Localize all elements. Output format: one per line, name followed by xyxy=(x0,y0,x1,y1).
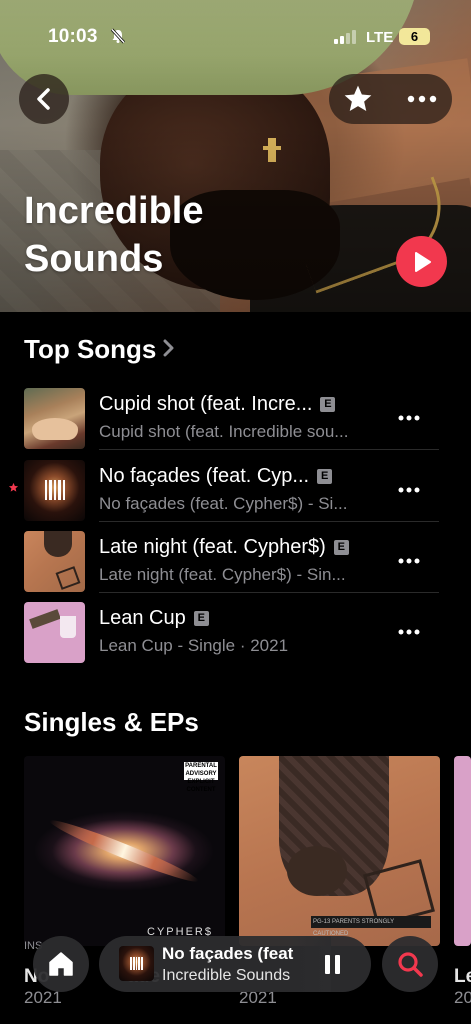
album-art xyxy=(24,602,85,663)
network-type: LTE xyxy=(366,29,394,46)
pause-button[interactable] xyxy=(317,950,347,978)
back-button[interactable] xyxy=(19,74,69,124)
status-time: 10:03 xyxy=(48,26,98,47)
song-more-button[interactable] xyxy=(388,543,430,579)
search-button[interactable] xyxy=(382,936,438,992)
song-subtitle: Late night (feat. Cypher$) - Sin... xyxy=(99,565,346,584)
song-title: Lean Cup xyxy=(99,607,186,629)
pause-icon xyxy=(324,954,330,974)
song-title: Late night (feat. Cypher$) xyxy=(99,536,326,558)
artist-name-line2: Sounds xyxy=(24,238,164,280)
silent-bell-icon xyxy=(110,28,126,44)
album-art xyxy=(24,531,85,592)
rating-label: PG-13 PARENTS STRONGLY CAUTIONED xyxy=(311,916,431,937)
single-art xyxy=(454,756,471,946)
song-subtitle: No façades (feat. Cypher$) - Si... xyxy=(99,494,348,513)
song-row[interactable]: Lean Cup E Lean Cup - Single · 2021 xyxy=(0,594,471,664)
ellipsis-icon xyxy=(398,629,420,635)
artist-name: Incredible Sounds xyxy=(24,187,324,283)
search-icon xyxy=(398,952,423,977)
ellipsis-icon xyxy=(398,415,420,421)
signal-icon xyxy=(334,30,356,44)
song-row[interactable]: Late night (feat. Cypher$) E Late night (… xyxy=(0,523,471,593)
explicit-badge: E xyxy=(193,611,209,626)
now-playing-art xyxy=(119,946,154,981)
mini-player[interactable]: No façades (feat Incredible Sounds xyxy=(99,936,371,992)
artist-name-line1: Incredible xyxy=(24,190,204,232)
song-row[interactable]: No façades (feat. Cyp... E No façades (fe… xyxy=(0,452,471,522)
top-songs-title: Top Songs xyxy=(24,334,157,364)
now-playing-artist: Incredible Sounds xyxy=(162,967,291,984)
single-art: PARENTAL ADVISORY EXPLICIT CONTENT CYPHE… xyxy=(24,756,225,946)
singles-eps-title[interactable]: Singles & EPs xyxy=(24,707,199,738)
explicit-badge: E xyxy=(317,469,333,484)
song-row[interactable]: Cupid shot (feat. Incre... E Cupid shot (… xyxy=(0,380,471,450)
star-icon xyxy=(344,85,372,111)
song-title: No façades (feat. Cyp... xyxy=(99,465,310,487)
play-button[interactable] xyxy=(396,236,447,287)
song-subtitle: Cupid shot (feat. Incredible sou... xyxy=(99,422,349,441)
song-subtitle: Lean Cup - Single · 2021 xyxy=(99,636,289,655)
play-icon xyxy=(414,251,431,272)
chevron-right-icon xyxy=(163,339,174,357)
now-playing-title: No façades (feat xyxy=(162,944,294,963)
album-art xyxy=(24,388,85,449)
ellipsis-icon xyxy=(398,558,420,564)
album-art xyxy=(24,460,85,521)
song-more-button[interactable] xyxy=(388,400,430,436)
parental-advisory-label: PARENTAL ADVISORY EXPLICIT CONTENT xyxy=(184,762,218,793)
more-options-button[interactable] xyxy=(393,74,451,124)
explicit-badge: E xyxy=(333,540,349,555)
status-bar: 10:03 LTE 6 xyxy=(0,0,471,72)
home-button[interactable] xyxy=(33,936,89,992)
favorited-star-icon xyxy=(8,482,19,492)
battery-indicator: 6 xyxy=(399,28,430,45)
single-title: Le xyxy=(454,966,471,987)
ellipsis-icon xyxy=(407,95,437,103)
single-year: 20 xyxy=(454,988,471,1007)
favorite-button[interactable] xyxy=(329,74,387,124)
song-title: Cupid shot (feat. Incre... xyxy=(99,393,313,415)
top-songs-header[interactable]: Top Songs xyxy=(24,334,174,365)
explicit-badge: E xyxy=(320,397,336,412)
song-more-button[interactable] xyxy=(388,614,430,650)
action-pill xyxy=(329,74,452,124)
chevron-left-icon xyxy=(37,88,50,110)
song-more-button[interactable] xyxy=(388,472,430,508)
single-art: PG-13 PARENTS STRONGLY CAUTIONED xyxy=(239,756,440,946)
ellipsis-icon xyxy=(398,487,420,493)
home-icon xyxy=(49,952,73,976)
